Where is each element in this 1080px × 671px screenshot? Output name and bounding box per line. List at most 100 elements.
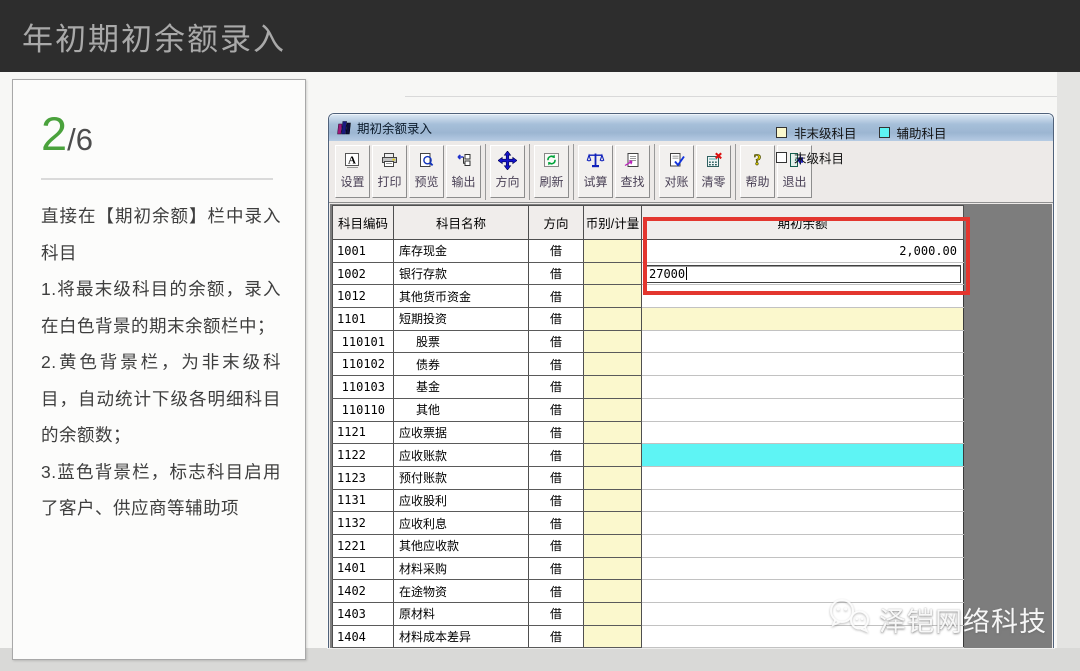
toolbar-separator xyxy=(654,144,655,200)
opening-balance-cell[interactable] xyxy=(642,308,964,331)
account-name-cell: 材料采购 xyxy=(394,557,529,580)
refresh-icon xyxy=(543,150,560,170)
direction-cell: 借 xyxy=(529,240,584,263)
对账-button[interactable]: 对账 xyxy=(659,145,694,198)
opening-balance-cell[interactable] xyxy=(642,489,964,512)
legend-item: 非末级科目 xyxy=(776,123,857,142)
legend-color-swatch xyxy=(776,152,787,163)
opening-balance-cell[interactable] xyxy=(642,398,964,421)
打印-button[interactable]: 打印 xyxy=(372,145,407,198)
currency-cell xyxy=(584,557,642,580)
account-name-cell: 应收票据 xyxy=(394,421,529,444)
direction-cell: 借 xyxy=(529,398,584,421)
table-row: 1221其他应收款借 xyxy=(333,534,964,557)
legend-item: 末级科目 xyxy=(776,148,857,167)
direction-cell: 借 xyxy=(529,444,584,467)
step-total: /6 xyxy=(67,122,93,157)
opening-balance-cell[interactable] xyxy=(642,466,964,489)
right-background-strip xyxy=(1057,72,1080,671)
account-name-cell: 其他货币资金 xyxy=(394,285,529,308)
table-row: 1101短期投资借 xyxy=(333,308,964,331)
currency-cell xyxy=(584,398,642,421)
legend-color-swatch xyxy=(776,127,787,138)
toolbar-group: 对账清零 xyxy=(658,145,732,198)
account-name-cell: 其他 xyxy=(394,398,529,421)
column-header: 科目编码 xyxy=(333,206,394,240)
account-code-cell: 1001 xyxy=(333,240,394,263)
account-code-cell: 1132 xyxy=(333,512,394,535)
试算-button[interactable]: 试算 xyxy=(578,145,613,198)
帮助-button[interactable]: ?帮助 xyxy=(740,145,775,198)
account-name-cell: 债券 xyxy=(394,353,529,376)
currency-cell xyxy=(584,534,642,557)
table-row: 1121应收票据借 xyxy=(333,421,964,444)
direction-cell: 借 xyxy=(529,512,584,535)
account-code-cell: 1002 xyxy=(333,262,394,285)
page-title: 年初期初余额录入 xyxy=(22,14,286,59)
toolbar-button-label: 输出 xyxy=(451,173,475,190)
legend-label: 辅助科目 xyxy=(897,123,947,142)
opening-balance-cell[interactable] xyxy=(642,353,964,376)
font-a-icon: A xyxy=(344,150,361,170)
direction-cell: 借 xyxy=(529,285,584,308)
清零-button[interactable]: 清零 xyxy=(696,145,731,198)
account-code-cell: 110103 xyxy=(333,376,394,399)
account-code-cell: 1131 xyxy=(333,489,394,512)
预览-button[interactable]: 预览 xyxy=(409,145,444,198)
svg-text:A: A xyxy=(348,154,356,166)
currency-cell xyxy=(584,353,642,376)
app-window: 期初余额录入 A设置打印预览输出方向刷新试算查找对账清零?帮助退出 非末级科目辅… xyxy=(328,113,1054,648)
help-icon: ? xyxy=(750,150,765,170)
svg-text:?: ? xyxy=(754,152,762,169)
preview-icon xyxy=(418,150,435,170)
direction-cell: 借 xyxy=(529,625,584,648)
currency-cell xyxy=(584,262,642,285)
currency-cell xyxy=(584,240,642,263)
table-row: 110110其他借 xyxy=(333,398,964,421)
direction-cell: 借 xyxy=(529,534,584,557)
table-row: 1123预付账款借 xyxy=(333,466,964,489)
account-code-cell: 1012 xyxy=(333,285,394,308)
toolbar-button-label: 刷新 xyxy=(539,173,563,190)
查找-button[interactable]: 查找 xyxy=(615,145,650,198)
direction-cell: 借 xyxy=(529,580,584,603)
account-name-cell: 材料成本差异 xyxy=(394,625,529,648)
content-area: 2/6 直接在【期初余额】栏中录入科目1.将最末级科目的余额，录入在白色背景的期… xyxy=(0,72,1080,671)
account-code-cell: 1404 xyxy=(333,625,394,648)
opening-balance-cell[interactable] xyxy=(642,330,964,353)
account-code-cell: 1402 xyxy=(333,580,394,603)
输出-button[interactable]: 输出 xyxy=(446,145,481,198)
table-row: 110102债券借 xyxy=(333,353,964,376)
opening-balance-cell[interactable] xyxy=(642,512,964,535)
currency-cell xyxy=(584,625,642,648)
account-name-cell: 应收账款 xyxy=(394,444,529,467)
account-name-cell: 其他应收款 xyxy=(394,534,529,557)
currency-cell xyxy=(584,512,642,535)
table-row: 1122应收账款借 xyxy=(333,444,964,467)
currency-cell xyxy=(584,421,642,444)
toolbar-group: 试算查找 xyxy=(577,145,651,198)
column-header: 科目名称 xyxy=(394,206,529,240)
opening-balance-cell[interactable] xyxy=(642,376,964,399)
currency-cell xyxy=(584,603,642,626)
check-icon xyxy=(668,150,686,170)
account-name-cell: 应收股利 xyxy=(394,489,529,512)
instruction-paragraph: 1.将最末级科目的余额，录入在白色背景的期末余额栏中； xyxy=(41,271,281,344)
opening-balance-cell[interactable] xyxy=(642,421,964,444)
account-code-cell: 1221 xyxy=(333,534,394,557)
table-row: 1132应收利息借 xyxy=(333,512,964,535)
toolbar-button-label: 设置 xyxy=(340,173,364,190)
opening-balance-cell[interactable] xyxy=(642,444,964,467)
watermark-text: 泽铠网络科技 xyxy=(879,600,1047,639)
opening-balance-cell[interactable] xyxy=(642,534,964,557)
column-header: 币别/计量 xyxy=(584,206,642,240)
方向-button[interactable]: 方向 xyxy=(490,145,525,198)
account-name-cell: 在途物资 xyxy=(394,580,529,603)
account-code-cell: 1123 xyxy=(333,466,394,489)
opening-balance-cell[interactable] xyxy=(642,557,964,580)
account-code-cell: 1403 xyxy=(333,603,394,626)
刷新-button[interactable]: 刷新 xyxy=(534,145,569,198)
toolbar-separator xyxy=(735,144,736,200)
设置-button[interactable]: A 设置 xyxy=(335,145,370,198)
table-row: 1401材料采购借 xyxy=(333,557,964,580)
